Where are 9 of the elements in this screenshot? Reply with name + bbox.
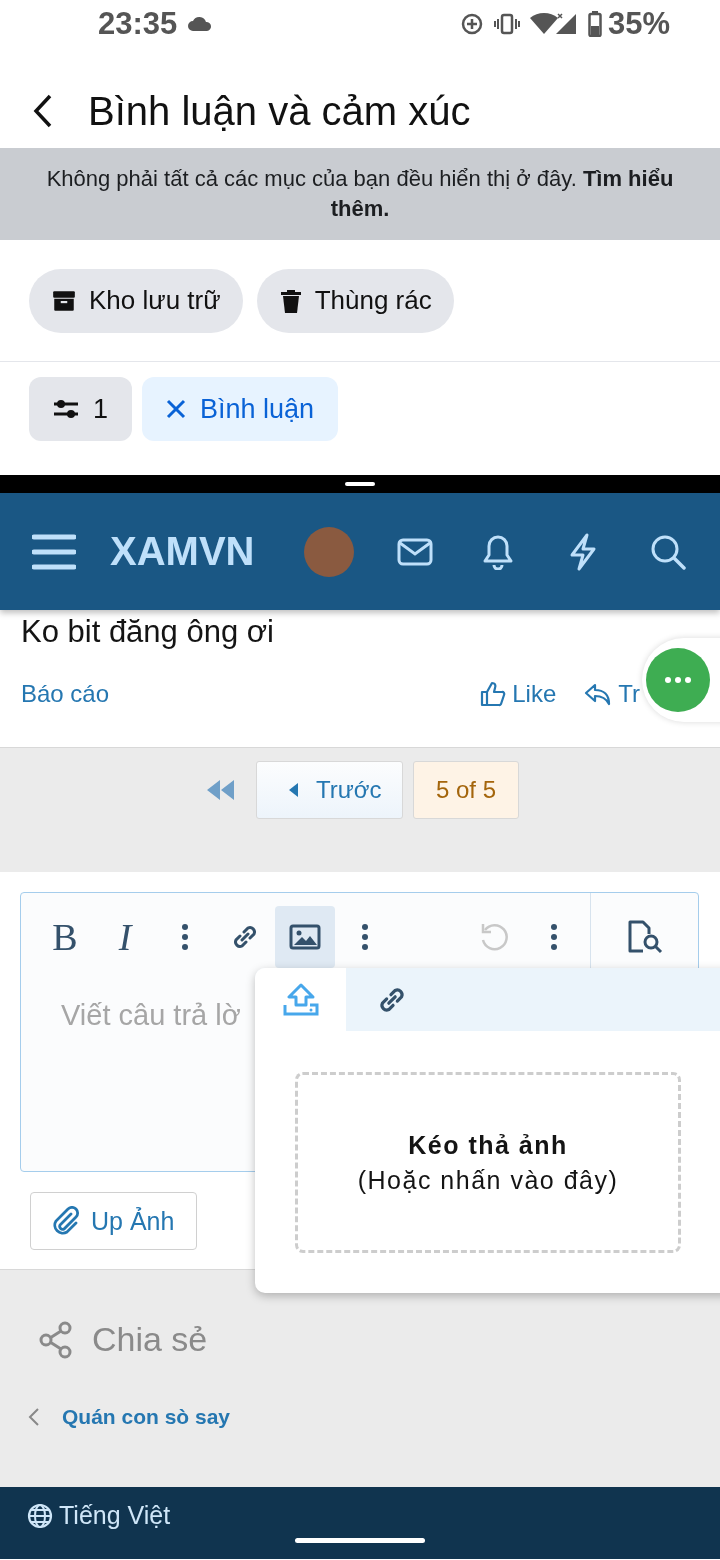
notice-text: Không phải tất cả các mục của bạn đều hiển thị ở đây. Tìm hiểu thêm. (45, 165, 675, 223)
page-indicator: 5 of 5 (413, 761, 519, 819)
reply-placeholder: Viết câu trả lờ (61, 999, 241, 1032)
post-text: Ko bit đăng ông ơi (21, 614, 275, 650)
clock-time: 23:35 (98, 6, 178, 42)
drop-zone-hint: (Hoặc nhấn vào đây) (357, 1165, 619, 1195)
battery-percent: 35% (607, 6, 670, 42)
drop-zone-title: Kéo thả ảnh (408, 1130, 568, 1160)
page-title: Bình luận và cảm xúc (88, 88, 471, 134)
